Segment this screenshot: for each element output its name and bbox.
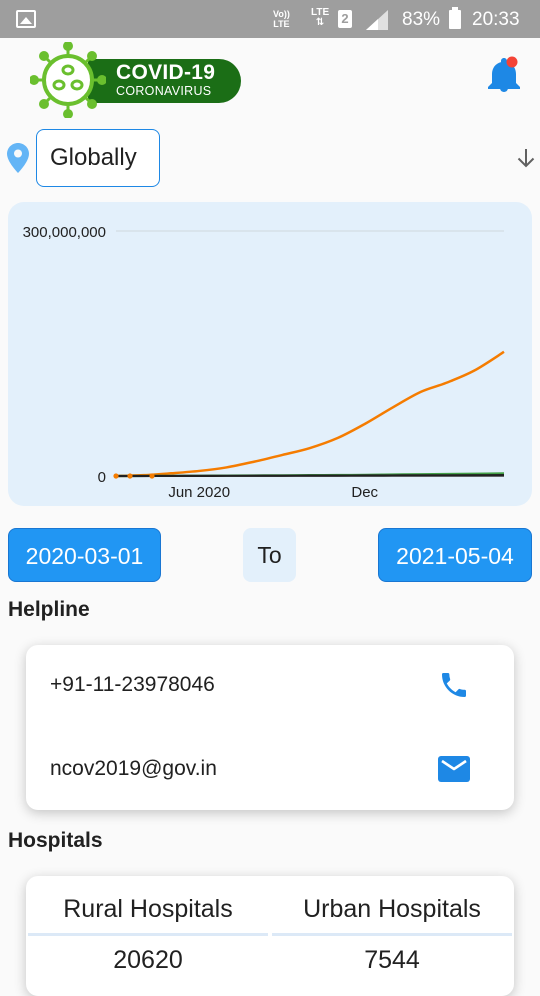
battery-icon: [449, 7, 461, 29]
to-label: To: [243, 528, 296, 582]
mail-icon[interactable]: [438, 754, 470, 784]
app-logo: COVID-19 CORONAVIRUS: [30, 42, 245, 118]
arrow-down-icon[interactable]: [514, 146, 538, 170]
sim-slot-badge: 2: [338, 10, 352, 28]
notification-dot: [506, 56, 518, 68]
helpline-card: +91-11-23978046 ncov2019@gov.in: [26, 645, 514, 810]
helpline-email: ncov2019@gov.in: [50, 757, 217, 780]
cases-chart: 0 300,000,000 Jun 2020 Dec: [8, 202, 532, 506]
x-tick-label: Jun 2020: [168, 484, 230, 501]
rural-hospitals-label: Rural Hospitals: [63, 895, 233, 923]
y-tick-label: 300,000,000: [23, 224, 106, 241]
rural-hospitals-column: Rural Hospitals 20620: [26, 876, 270, 975]
urban-hospitals-column: Urban Hospitals 7544: [270, 876, 514, 975]
location-dropdown[interactable]: Globally: [36, 129, 160, 187]
virus-icon: [30, 42, 106, 118]
helpline-heading: Helpline: [8, 598, 90, 621]
hospitals-heading: Hospitals: [8, 829, 103, 852]
divider: [272, 933, 512, 936]
battery-percent: 83%: [402, 9, 441, 30]
urban-hospitals-label: Urban Hospitals: [303, 895, 481, 923]
notification-bell-icon[interactable]: [487, 56, 521, 92]
divider: [28, 933, 268, 936]
logo-title: COVID-19: [116, 61, 216, 84]
rural-hospitals-count: 20620: [113, 946, 183, 974]
volte-indicator: Vo)) LTE: [273, 9, 290, 29]
data-point: [127, 473, 133, 479]
series-line-3: [115, 474, 505, 478]
gallery-notification-icon: [16, 10, 36, 28]
logo-subtitle: CORONAVIRUS: [116, 84, 212, 98]
location-pin-icon: [7, 143, 29, 173]
end-date-button[interactable]: 2021-05-04: [378, 528, 532, 582]
status-bar: Vo)) LTE LTE ⇅ 2 83% 20:33: [0, 0, 540, 38]
start-date-button[interactable]: 2020-03-01: [8, 528, 161, 582]
urban-hospitals-count: 7544: [364, 946, 420, 974]
helpline-phone: +91-11-23978046: [50, 673, 215, 696]
y-tick-label: 0: [98, 469, 106, 486]
data-point: [149, 473, 155, 479]
lte-indicator: LTE ⇅: [311, 7, 330, 28]
data-point: [113, 473, 119, 479]
series-line-1: [115, 350, 505, 478]
clock: 20:33: [472, 9, 520, 30]
cases-line-chart: 0 300,000,000 Jun 2020 Dec: [23, 224, 505, 501]
hospitals-card: Rural Hospitals 20620 Urban Hospitals 75…: [26, 876, 514, 996]
signal-icon: [366, 10, 388, 30]
phone-icon[interactable]: [438, 669, 470, 701]
x-tick-label: Dec: [351, 484, 378, 501]
